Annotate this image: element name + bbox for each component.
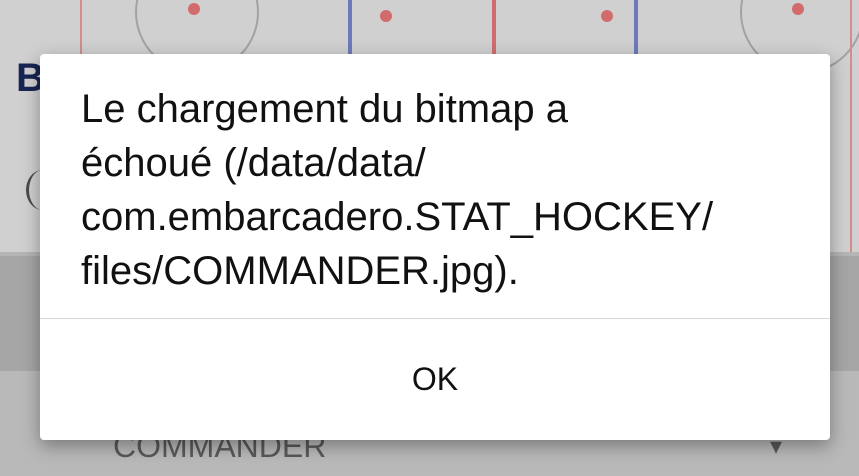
ok-button[interactable]: OK: [40, 319, 830, 440]
dialog-message: Le chargement du bitmap a échoué (/data/…: [81, 87, 714, 293]
error-dialog: Le chargement du bitmap a échoué (/data/…: [40, 54, 830, 440]
